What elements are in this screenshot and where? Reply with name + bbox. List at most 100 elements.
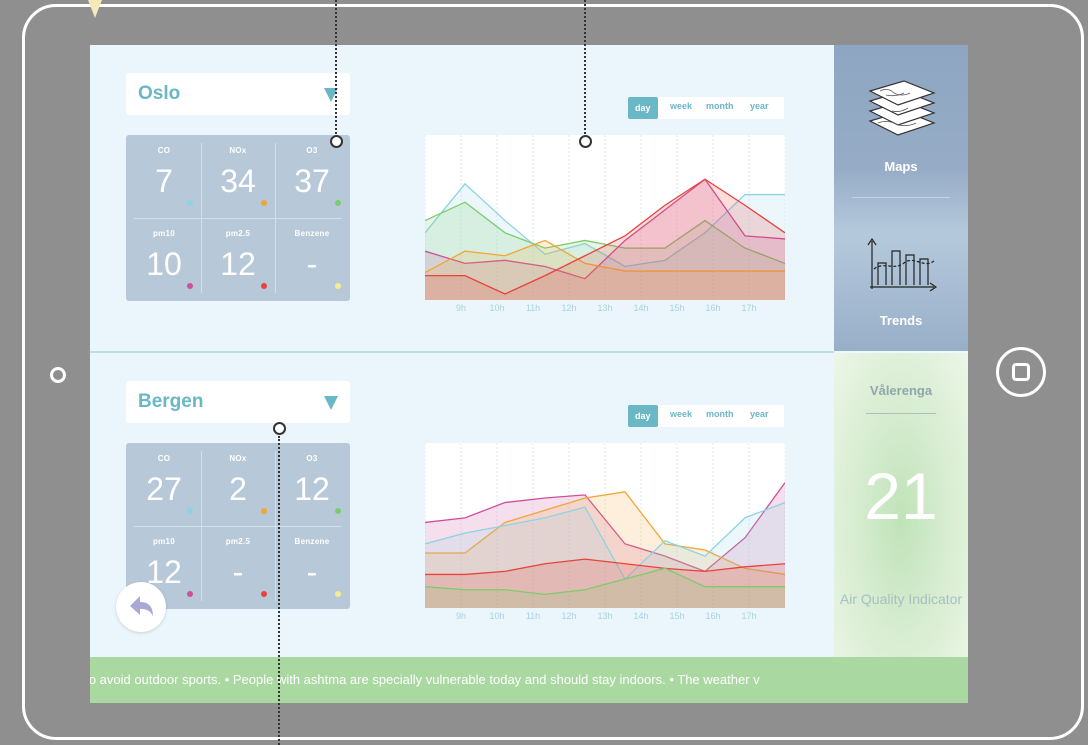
x-tick-label: 10h bbox=[489, 303, 505, 313]
metric-cell: pm2.5 - bbox=[201, 526, 275, 609]
maps-label[interactable]: Maps bbox=[834, 159, 968, 174]
undo-icon bbox=[130, 596, 153, 616]
metric-cell: Benzene - bbox=[275, 526, 349, 609]
x-tick-label: 10h bbox=[489, 611, 505, 621]
metric-color-dot bbox=[261, 200, 267, 206]
tab-year[interactable]: year bbox=[750, 409, 769, 419]
metric-value: 34 bbox=[220, 163, 256, 199]
city-panel-bergen: Bergen CO 27 NOx 2 O3 12 pm10 12 pm2.5 -… bbox=[90, 353, 834, 659]
x-tick-label: 9h bbox=[455, 303, 467, 313]
x-tick-label: 13h bbox=[597, 303, 613, 313]
x-tick-label: 15h bbox=[669, 611, 685, 621]
callout-marker bbox=[330, 135, 343, 148]
metric-cell: NOx 2 bbox=[201, 443, 275, 526]
trends-icon[interactable] bbox=[864, 235, 940, 297]
ticker-text: t to avoid outdoor sports. • People with… bbox=[90, 672, 760, 687]
grid-line bbox=[134, 218, 342, 219]
area-name: Vålerenga bbox=[869, 383, 933, 398]
trend-chart bbox=[425, 135, 785, 300]
metric-value: - bbox=[232, 554, 244, 590]
camera-icon bbox=[50, 367, 66, 383]
metric-value: - bbox=[306, 554, 318, 590]
x-tick-label: 14h bbox=[633, 611, 649, 621]
metric-cell: Benzene - bbox=[275, 218, 349, 301]
metric-label: pm2.5 bbox=[225, 229, 251, 238]
callout-line bbox=[584, 0, 586, 134]
maps-icon[interactable] bbox=[864, 75, 938, 145]
metric-cell: CO 7 bbox=[127, 135, 201, 218]
city-select[interactable]: Bergen bbox=[126, 381, 350, 423]
metric-color-dot bbox=[335, 283, 341, 289]
x-axis-labels: 9h 10h 11h 12h 13h 14h 15h 16h 17h bbox=[425, 611, 785, 625]
x-tick-label: 16h bbox=[705, 303, 721, 313]
pointer-mark bbox=[88, 0, 102, 18]
x-tick-label: 12h bbox=[561, 303, 577, 313]
indicator-label: Air Quality Indicator bbox=[839, 591, 963, 607]
home-button[interactable] bbox=[996, 347, 1046, 397]
sidebar-divider bbox=[852, 197, 950, 198]
trends-label[interactable]: Trends bbox=[834, 313, 968, 328]
metric-value: 37 bbox=[294, 163, 330, 199]
metric-label: Benzene bbox=[294, 229, 330, 238]
x-tick-label: 11h bbox=[525, 611, 541, 621]
x-tick-label: 11h bbox=[525, 303, 541, 313]
metrics-grid: CO 7 NOx 34 O3 37 pm10 10 pm2.5 12 Benze… bbox=[126, 135, 350, 301]
metric-value: 27 bbox=[146, 471, 182, 507]
tab-day[interactable]: day bbox=[628, 405, 658, 427]
tab-month[interactable]: month bbox=[706, 101, 734, 111]
metric-label: NOx bbox=[229, 454, 247, 463]
x-tick-label: 14h bbox=[633, 303, 649, 313]
range-tabs: day week month year bbox=[628, 405, 784, 427]
metric-value: 7 bbox=[155, 163, 173, 199]
back-button[interactable] bbox=[116, 582, 166, 632]
metric-value: 2 bbox=[229, 471, 247, 507]
callout-line bbox=[335, 0, 337, 134]
city-name: Oslo bbox=[138, 83, 181, 104]
air-quality-indicator: Vålerenga 21 Air Quality Indicator bbox=[834, 353, 968, 657]
metric-color-dot bbox=[187, 200, 193, 206]
callout-line bbox=[278, 436, 280, 745]
tab-day[interactable]: day bbox=[628, 97, 658, 119]
x-tick-label: 17h bbox=[741, 303, 757, 313]
metric-cell: CO 27 bbox=[127, 443, 201, 526]
metric-color-dot bbox=[261, 508, 267, 514]
city-name: Bergen bbox=[138, 391, 204, 412]
indicator-divider bbox=[866, 413, 936, 414]
metric-color-dot bbox=[187, 283, 193, 289]
x-tick-label: 15h bbox=[669, 303, 685, 313]
square-icon bbox=[1012, 363, 1030, 381]
x-axis-labels: 9h 10h 11h 12h 13h 14h 15h 16h 17h bbox=[425, 303, 785, 317]
dropdown-arrow-icon bbox=[324, 396, 338, 410]
metric-color-dot bbox=[335, 591, 341, 597]
metric-label: pm2.5 bbox=[225, 537, 251, 546]
metric-value: 10 bbox=[146, 246, 182, 282]
tab-month[interactable]: month bbox=[706, 409, 734, 419]
metric-label: O3 bbox=[306, 454, 318, 463]
news-ticker: t to avoid outdoor sports. • People with… bbox=[90, 657, 968, 703]
range-tabs: day week month year bbox=[628, 97, 784, 119]
grid-line bbox=[134, 526, 342, 527]
view-switcher: Maps Trends bbox=[834, 45, 968, 351]
metric-cell: pm10 10 bbox=[127, 218, 201, 301]
metric-value: - bbox=[306, 246, 318, 282]
metric-cell: pm2.5 12 bbox=[201, 218, 275, 301]
tab-week[interactable]: week bbox=[670, 101, 692, 111]
x-tick-label: 13h bbox=[597, 611, 613, 621]
callout-marker bbox=[273, 422, 286, 435]
metric-label: NOx bbox=[229, 146, 247, 155]
metric-label: pm10 bbox=[152, 229, 176, 238]
tab-week[interactable]: week bbox=[670, 409, 692, 419]
trend-chart bbox=[425, 443, 785, 608]
metric-label: CO bbox=[157, 454, 171, 463]
tab-year[interactable]: year bbox=[750, 101, 769, 111]
city-select[interactable]: Oslo bbox=[126, 73, 350, 115]
metric-value: 12 bbox=[220, 246, 256, 282]
metric-color-dot bbox=[261, 591, 267, 597]
x-tick-label: 12h bbox=[561, 611, 577, 621]
metric-color-dot bbox=[187, 508, 193, 514]
metric-label: CO bbox=[157, 146, 171, 155]
x-tick-label: 17h bbox=[741, 611, 757, 621]
metric-cell: O3 12 bbox=[275, 443, 349, 526]
indicator-value: 21 bbox=[864, 459, 938, 533]
x-tick-label: 16h bbox=[705, 611, 721, 621]
